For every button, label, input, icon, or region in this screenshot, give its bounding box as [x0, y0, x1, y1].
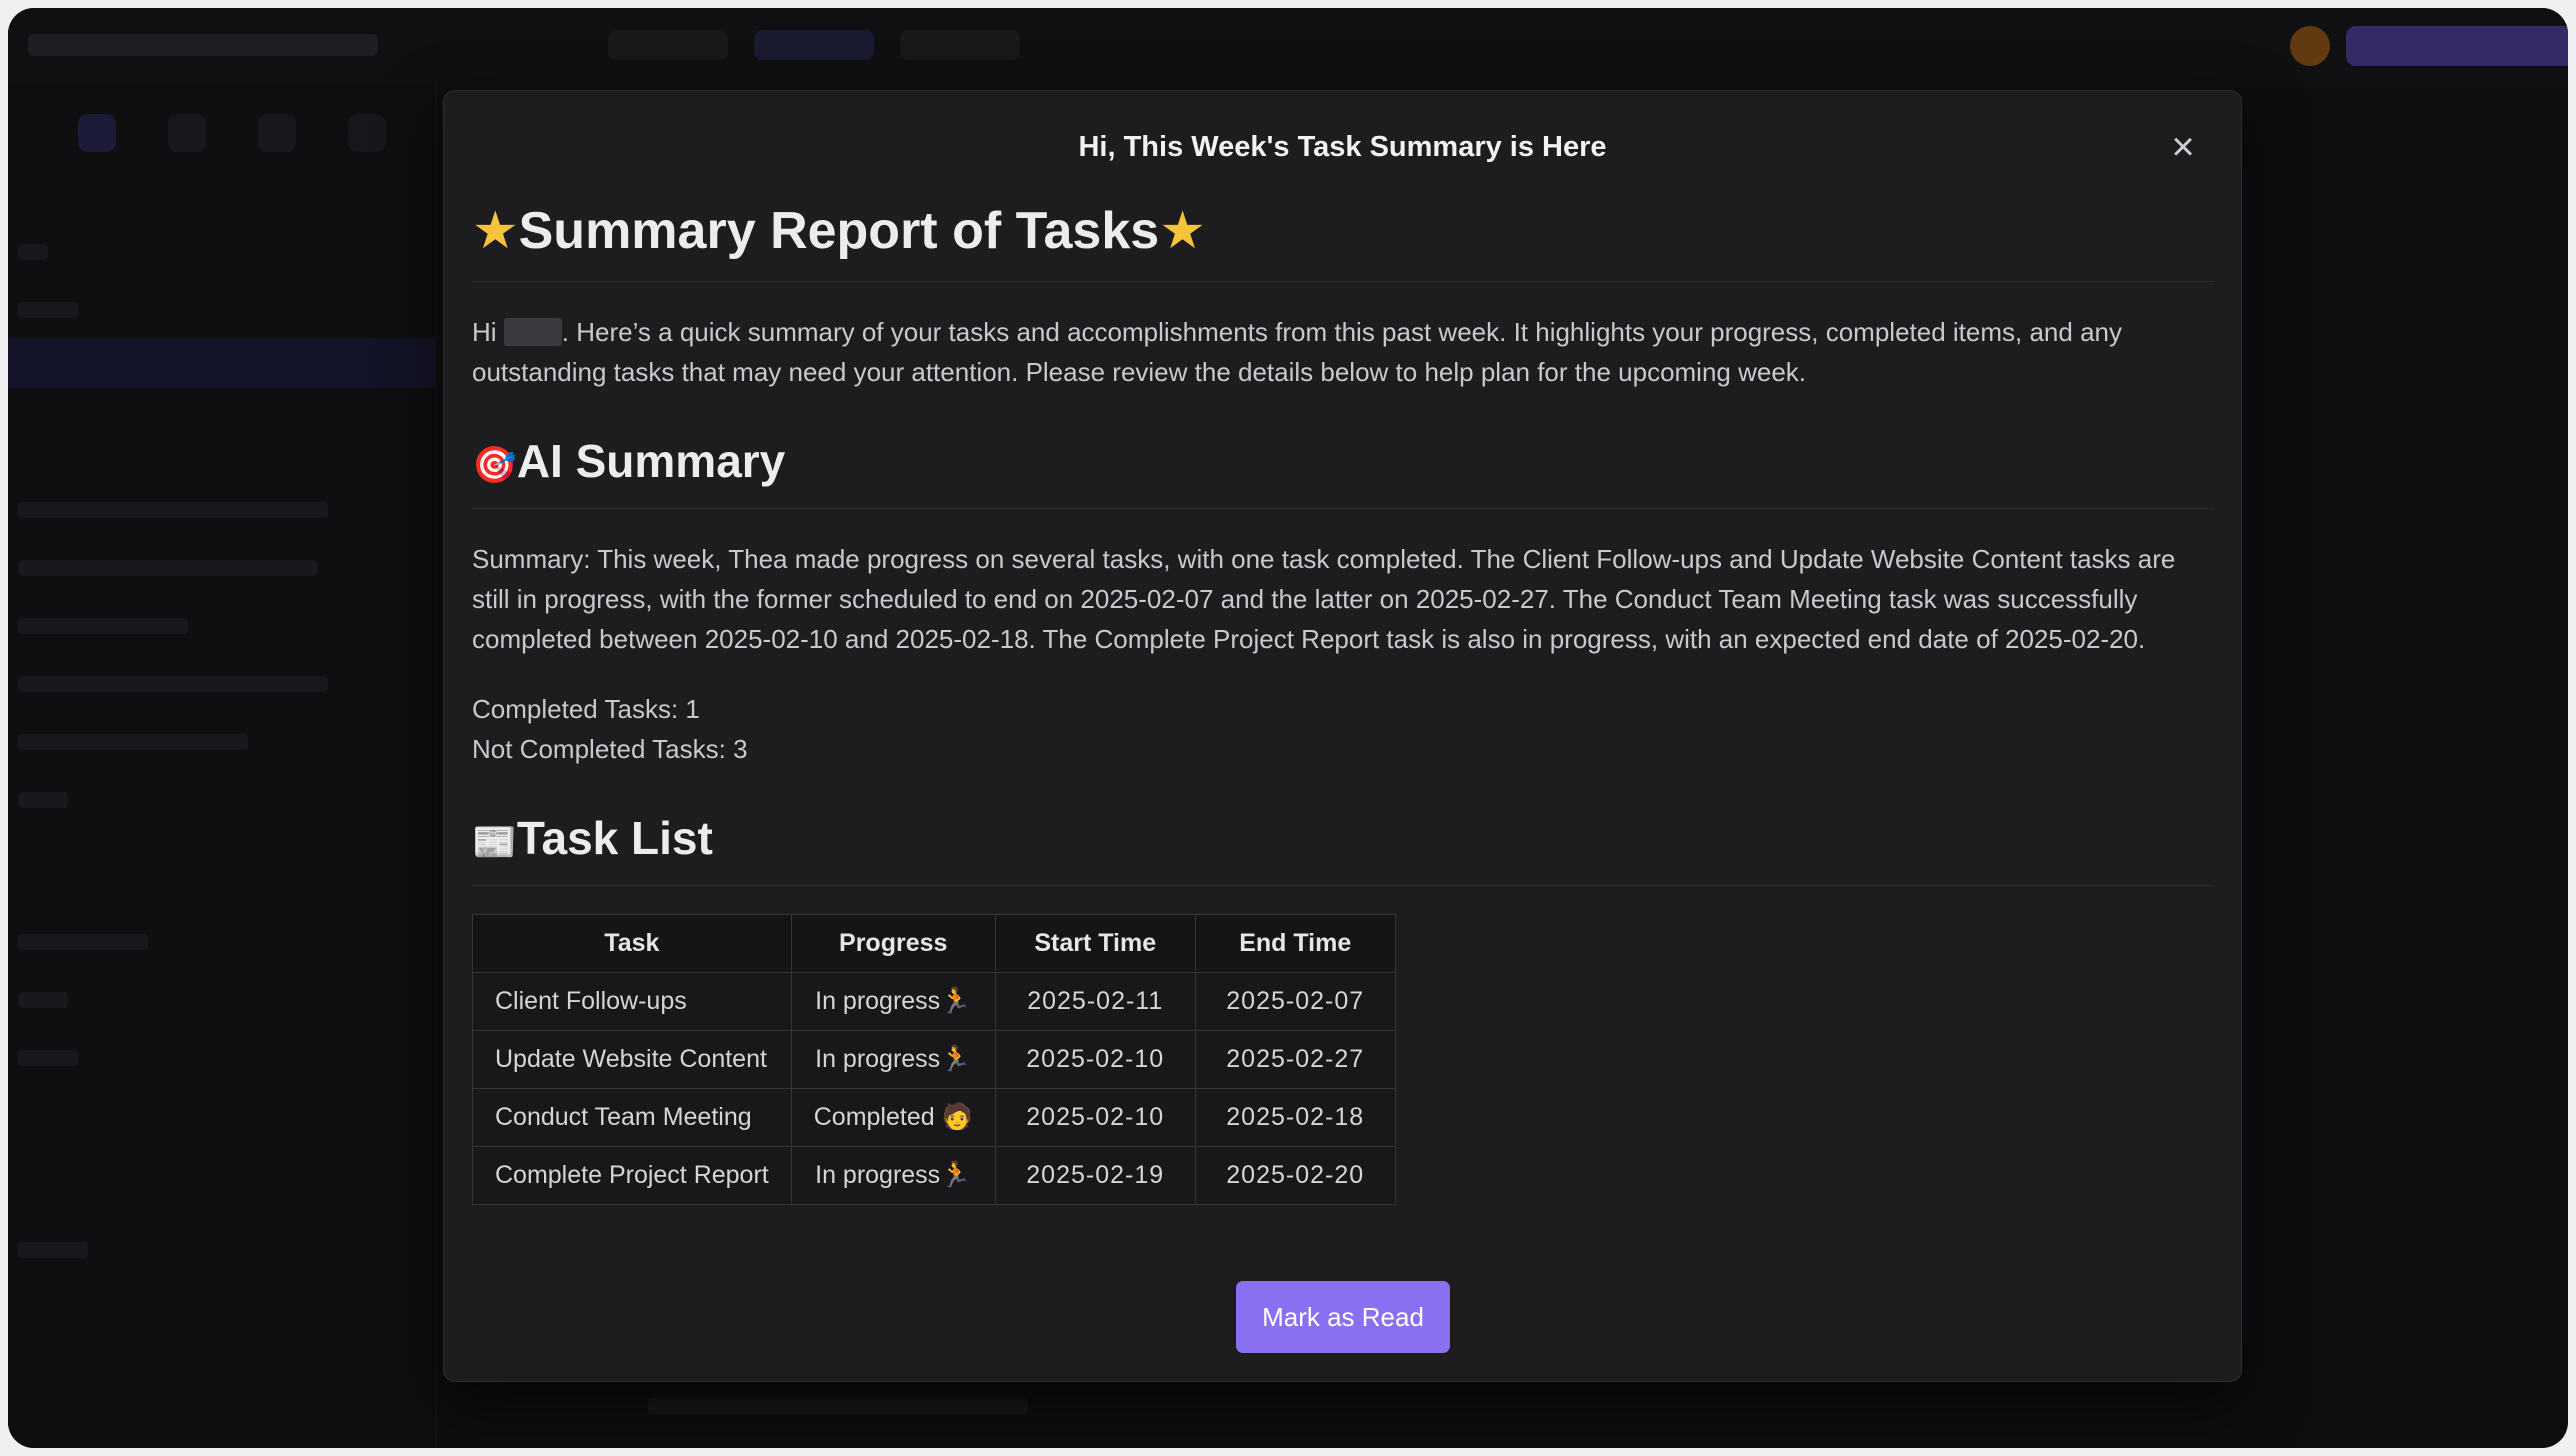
ai-summary-heading: 🎯AI Summary: [472, 434, 2213, 509]
table-header-row: Task Progress Start Time End Time: [472, 914, 1396, 973]
task-table: Task Progress Start Time End Time Client…: [472, 914, 1396, 1205]
runner-icon: 🏃: [940, 1161, 972, 1189]
ai-summary-heading-text: AI Summary: [516, 435, 786, 487]
task-start-time: 2025-02-10: [994, 1088, 1196, 1147]
column-header-task: Task: [472, 914, 792, 973]
summary-paragraph: Summary: This week, Thea made progress o…: [472, 544, 2176, 654]
summary-modal: Hi, This Week's Task Summary is Here × ★…: [443, 90, 2242, 1382]
task-end-time: 2025-02-07: [1194, 972, 1396, 1031]
close-icon: ×: [2171, 125, 2195, 169]
not-completed-count: Not Completed Tasks: 3: [472, 734, 748, 764]
column-header-start-time: Start Time: [994, 914, 1196, 973]
task-counts: Completed Tasks: 1 Not Completed Tasks: …: [472, 689, 2213, 769]
task-progress: Completed 🧑: [790, 1088, 996, 1147]
task-start-time: 2025-02-11: [994, 972, 1196, 1031]
task-end-time: 2025-02-20: [1194, 1146, 1396, 1205]
redacted-name: [503, 318, 562, 346]
progress-text: In progress: [815, 1161, 941, 1189]
close-button[interactable]: ×: [2163, 127, 2203, 167]
task-list-heading: 📰Task List: [472, 811, 2213, 886]
table-row: Client Follow-ups In progress🏃 2025-02-1…: [472, 972, 1396, 1031]
modal-content: ★Summary Report of Tasks★ Hi . Here’s a …: [472, 201, 2213, 1205]
task-list-heading-text: Task List: [516, 812, 713, 864]
modal-title: Hi, This Week's Task Summary is Here: [1078, 131, 1607, 163]
progress-text: In progress: [815, 987, 941, 1015]
task-progress: In progress🏃: [790, 1146, 996, 1205]
intro-paragraph: Hi . Here’s a quick summary of your task…: [472, 312, 2213, 392]
target-icon: 🎯: [472, 444, 517, 485]
newspaper-icon: 📰: [472, 821, 517, 862]
task-progress: In progress🏃: [790, 972, 996, 1031]
intro-greeting: Hi: [472, 317, 497, 347]
task-start-time: 2025-02-10: [994, 1030, 1196, 1089]
task-progress: In progress🏃: [790, 1030, 996, 1089]
progress-text: Completed: [813, 1103, 935, 1131]
column-header-end-time: End Time: [1194, 914, 1396, 973]
task-end-time: 2025-02-27: [1194, 1030, 1396, 1089]
column-header-progress: Progress: [790, 914, 996, 973]
intro-text: . Here’s a quick summary of your tasks a…: [472, 317, 2122, 387]
mark-as-read-button[interactable]: Mark as Read: [1236, 1281, 1450, 1353]
task-start-time: 2025-02-19: [994, 1146, 1196, 1205]
table-row: Complete Project Report In progress🏃 202…: [472, 1146, 1396, 1205]
report-title-text: Summary Report of Tasks: [518, 202, 1160, 260]
runner-icon: 🏃: [940, 1045, 972, 1073]
report-title: ★Summary Report of Tasks★: [472, 201, 2213, 282]
task-name: Conduct Team Meeting: [472, 1088, 792, 1147]
task-name: Client Follow-ups: [472, 972, 792, 1031]
star-icon: ★: [1159, 202, 1206, 260]
task-name: Complete Project Report: [472, 1146, 792, 1205]
star-icon: ★: [472, 202, 519, 260]
progress-text: In progress: [815, 1045, 941, 1073]
table-row: Conduct Team Meeting Completed 🧑 2025-02…: [472, 1088, 1396, 1147]
completed-count: Completed Tasks: 1: [472, 694, 700, 724]
runner-icon: 🏃: [940, 987, 972, 1015]
task-end-time: 2025-02-18: [1194, 1088, 1396, 1147]
table-row: Update Website Content In progress🏃 2025…: [472, 1030, 1396, 1089]
person-icon: 🧑: [941, 1103, 973, 1131]
app-window: Hi, This Week's Task Summary is Here × ★…: [8, 8, 2568, 1448]
task-name: Update Website Content: [472, 1030, 792, 1089]
